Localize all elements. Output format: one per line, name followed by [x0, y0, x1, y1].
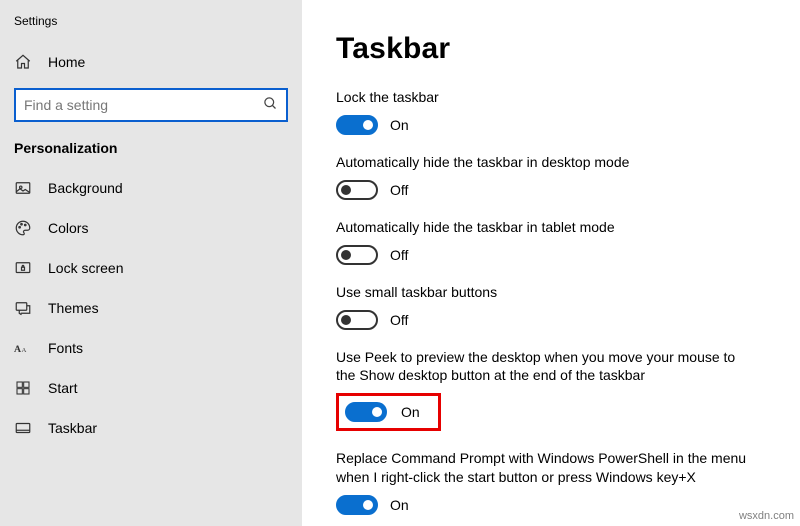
content-panel: Taskbar Lock the taskbar On Automaticall… [302, 0, 800, 526]
sidebar-item-label: Background [48, 180, 123, 196]
setting-label: Use small taskbar buttons [336, 283, 756, 302]
sidebar-item-label: Taskbar [48, 420, 97, 436]
start-icon [14, 379, 32, 397]
sidebar: Settings Home Personalization Background [0, 0, 302, 526]
sidebar-item-label: Themes [48, 300, 99, 316]
nav-home[interactable]: Home [0, 42, 302, 82]
toggle-use-peek[interactable] [345, 402, 387, 422]
setting-use-peek: Use Peek to preview the desktop when you… [336, 348, 756, 432]
setting-auto-hide-desktop: Automatically hide the taskbar in deskto… [336, 153, 756, 200]
toggle-auto-hide-desktop[interactable] [336, 180, 378, 200]
sidebar-item-label: Fonts [48, 340, 83, 356]
search-input[interactable] [24, 97, 263, 113]
setting-label: Replace Command Prompt with Windows Powe… [336, 449, 756, 487]
sidebar-section-header: Personalization [0, 132, 302, 168]
sidebar-item-lock-screen[interactable]: Lock screen [0, 248, 302, 288]
window-title: Settings [0, 10, 302, 42]
toggle-state: On [401, 404, 420, 420]
page-title: Taskbar [336, 32, 766, 66]
toggle-state: On [390, 497, 409, 513]
toggle-state: Off [390, 312, 408, 328]
search-icon [263, 96, 278, 114]
picture-icon [14, 179, 32, 197]
svg-text:A: A [14, 344, 21, 355]
sidebar-item-colors[interactable]: Colors [0, 208, 302, 248]
watermark: wsxdn.com [739, 510, 794, 522]
svg-text:A: A [22, 347, 27, 354]
sidebar-item-start[interactable]: Start [0, 368, 302, 408]
toggle-powershell[interactable] [336, 495, 378, 515]
home-icon [14, 53, 32, 71]
sidebar-item-taskbar[interactable]: Taskbar [0, 408, 302, 448]
setting-small-buttons: Use small taskbar buttons Off [336, 283, 756, 330]
fonts-icon: AA [14, 339, 32, 357]
toggle-auto-hide-tablet[interactable] [336, 245, 378, 265]
toggle-state: Off [390, 247, 408, 263]
setting-label: Use Peek to preview the desktop when you… [336, 348, 756, 386]
setting-lock-taskbar: Lock the taskbar On [336, 88, 756, 135]
highlight-annotation: On [336, 393, 441, 431]
toggle-state: Off [390, 182, 408, 198]
search-box[interactable] [14, 88, 288, 122]
nav-home-label: Home [48, 54, 85, 70]
setting-label: Automatically hide the taskbar in tablet… [336, 218, 756, 237]
setting-auto-hide-tablet: Automatically hide the taskbar in tablet… [336, 218, 756, 265]
sidebar-item-label: Start [48, 380, 78, 396]
setting-label: Automatically hide the taskbar in deskto… [336, 153, 756, 172]
sidebar-item-label: Colors [48, 220, 88, 236]
toggle-state: On [390, 117, 409, 133]
setting-label: Lock the taskbar [336, 88, 756, 107]
toggle-lock-taskbar[interactable] [336, 115, 378, 135]
themes-icon [14, 299, 32, 317]
setting-powershell: Replace Command Prompt with Windows Powe… [336, 449, 756, 515]
sidebar-item-fonts[interactable]: AA Fonts [0, 328, 302, 368]
sidebar-item-label: Lock screen [48, 260, 123, 276]
lock-screen-icon [14, 259, 32, 277]
toggle-small-buttons[interactable] [336, 310, 378, 330]
sidebar-item-themes[interactable]: Themes [0, 288, 302, 328]
palette-icon [14, 219, 32, 237]
sidebar-item-background[interactable]: Background [0, 168, 302, 208]
taskbar-icon [14, 419, 32, 437]
